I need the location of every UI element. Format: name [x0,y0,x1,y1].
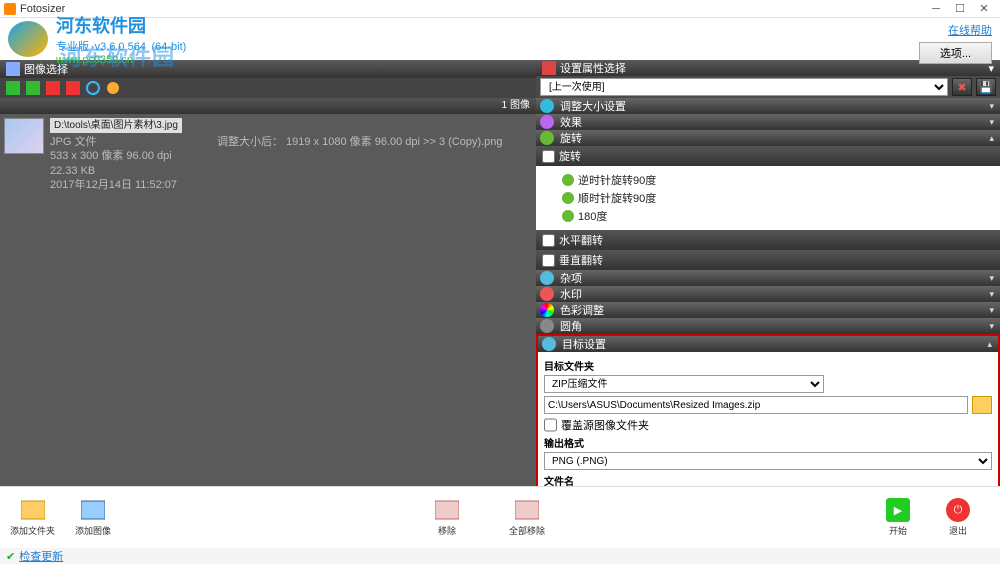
start-button[interactable]: ▶开始 [886,498,910,537]
maximize-button[interactable]: ☐ [948,1,972,17]
remove-icon[interactable] [44,80,62,96]
image-list-pane: 图像选择 1 图像 D:\tools\桌面\图片素材\3.jpg JPG 文件 … [0,60,536,486]
options-button[interactable]: 选项... [919,42,992,64]
image-toolbar [0,78,536,98]
check-icon: ✔ [6,550,15,563]
profile-save-button[interactable]: 💾 [976,78,996,96]
app-header: 河东软件园 专业版 v3.6.0.564 (64-bit) www.pc0359… [0,18,1000,60]
section-destination[interactable]: 目标设置▴ [536,334,1000,352]
thumbnail [4,118,44,154]
format-select[interactable]: PNG (.PNG) [544,452,992,470]
rotate-cw90-radio[interactable]: 顺时针旋转90度 [562,190,992,206]
section-misc[interactable]: 杂项▾ [536,270,1000,286]
file-row[interactable]: D:\tools\桌面\图片素材\3.jpg JPG 文件 533 x 300 … [0,114,536,196]
remove-all-button[interactable]: 全部移除 [509,498,545,537]
section-effects[interactable]: 效果▾ [536,114,1000,130]
image-plus-icon [81,498,105,522]
remove-all-icon[interactable] [64,80,82,96]
folder-plus-icon [21,498,45,522]
add-folder-button[interactable]: 添加文件夹 [10,498,55,537]
brand-url: www.pc0359.cn [56,54,186,66]
online-help-link[interactable]: 在线帮助 [948,22,992,38]
browse-folder-button[interactable] [972,396,992,414]
file-name: D:\tools\桌面\图片素材\3.jpg [50,118,182,133]
rotate-enable-checkbox[interactable]: 旋转 [542,148,994,164]
chevron-down-icon: ▾ [989,117,994,128]
brand-sub: 专业版 v3.6.0.564 (64-bit) [56,38,186,54]
brand-title: 河东软件园 [56,12,186,38]
minimize-button[interactable]: ─ [924,1,948,17]
add-icon[interactable] [4,80,22,96]
logo-icon [8,21,48,57]
profile-select[interactable]: [上一次使用] [540,78,948,96]
chevron-down-icon: ▾ [989,273,994,284]
rotate-180-radio[interactable]: 180度 [562,208,992,224]
chevron-down-icon: ▾ [989,305,994,316]
add-image-button[interactable]: 添加图像 [75,498,111,537]
power-icon: ⏻ [946,498,970,522]
settings-pane: 设置属性选择 ▾ [上一次使用] ✖ 💾 调整大小设置▾ 效果▾ 旋转▴ 旋转 … [536,60,1000,486]
exit-button[interactable]: ⏻退出 [946,498,970,537]
section-watermark[interactable]: 水印▾ [536,286,1000,302]
chevron-down-icon: ▾ [989,321,994,332]
image-count-bar: 1 图像 [0,98,536,114]
close-button[interactable]: ✕ [972,1,996,17]
profile-row: [上一次使用] ✖ 💾 [536,76,1000,98]
app-icon [4,3,16,15]
images-icon [6,62,20,76]
check-update-link[interactable]: 检查更新 [19,548,63,564]
image-list-body [0,196,536,486]
dest-path-input[interactable] [544,396,968,414]
section-resize[interactable]: 调整大小设置▾ [536,98,1000,114]
refresh-icon[interactable] [84,80,102,96]
play-icon: ▶ [886,498,910,522]
footer-toolbar: 添加文件夹 添加图像 移除 全部移除 ▶开始 ⏻退出 [0,486,1000,548]
chevron-up-icon: ▴ [987,339,992,350]
brand-block: 河东软件园 专业版 v3.6.0.564 (64-bit) www.pc0359… [56,12,186,66]
remove-icon [435,498,459,522]
remove-all-icon [515,498,539,522]
section-rotate[interactable]: 旋转▴ [536,130,1000,146]
section-corner[interactable]: 圆角▾ [536,318,1000,334]
status-bar: ✔ 检查更新 [0,548,1000,564]
dest-type-select[interactable]: ZIP压缩文件 [544,375,824,393]
overwrite-checkbox[interactable]: 覆盖源图像文件夹 [544,417,992,433]
profile-delete-button[interactable]: ✖ [952,78,972,96]
destination-settings: 目标文件夹 ZIP压缩文件 覆盖源图像文件夹 输出格式 PNG (.PNG) 文… [536,352,1000,486]
rotate-options: 逆时针旋转90度 顺时针旋转90度 180度 [536,166,1000,230]
chevron-down-icon: ▾ [989,101,994,112]
wrench-icon [542,61,556,75]
section-color[interactable]: 色彩调整▾ [536,302,1000,318]
file-info: D:\tools\桌面\图片素材\3.jpg JPG 文件 533 x 300 … [50,118,503,192]
add-folder-icon[interactable] [24,80,42,96]
settings-icon[interactable] [104,80,122,96]
flip-v-checkbox[interactable]: 垂直翻转 [542,252,994,268]
chevron-down-icon: ▾ [989,289,994,300]
remove-button[interactable]: 移除 [435,498,459,537]
chevron-up-icon: ▴ [989,133,994,144]
rotate-ccw90-radio[interactable]: 逆时针旋转90度 [562,172,992,188]
flip-h-checkbox[interactable]: 水平翻转 [542,232,994,248]
